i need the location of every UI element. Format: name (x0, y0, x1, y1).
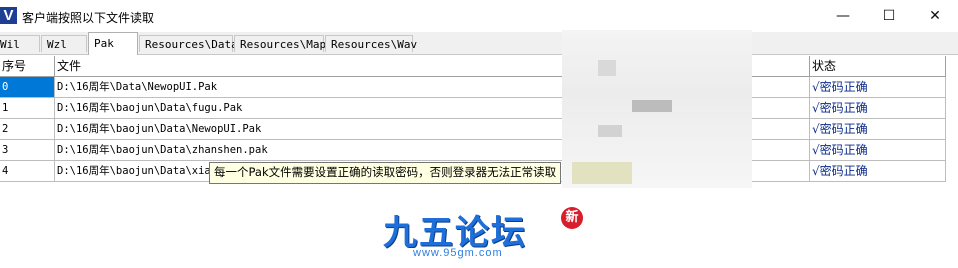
row-status[interactable]: √密码正确 (810, 140, 946, 161)
header-status[interactable]: 状态 (810, 56, 946, 77)
tab-wil[interactable]: Wil (0, 35, 40, 52)
tab-resources-wav[interactable]: Resources\Wav (325, 35, 417, 52)
minimize-button[interactable]: — (820, 0, 866, 32)
row-status[interactable]: √密码正确 (810, 77, 946, 98)
tab-pak[interactable]: Pak (88, 32, 138, 55)
close-button[interactable]: ✕ (912, 0, 958, 32)
blurred-region (562, 30, 752, 188)
tab-wzl[interactable]: Wzl (41, 35, 87, 52)
row-index[interactable]: 4 (0, 161, 55, 182)
table-row[interactable]: 0 D:\16周年\Data\NewopUI.Pak √密码正确 (0, 77, 946, 98)
row-status[interactable]: √密码正确 (810, 161, 946, 182)
tooltip: 每一个Pak文件需要设置正确的读取密码，否则登录器无法正常读取 (209, 162, 562, 184)
table-row[interactable]: 2 D:\16周年\baojun\Data\NewopUI.Pak √密码正确 (0, 119, 946, 140)
header-index[interactable]: 序号 (0, 56, 55, 77)
row-status[interactable]: √密码正确 (810, 98, 946, 119)
tab-bar: Wil Wzl Pak Resources\Data Resources\Map… (0, 32, 958, 55)
tab-resources-data[interactable]: Resources\Data (139, 35, 238, 52)
watermark-badge: 新 (561, 207, 583, 229)
table-row[interactable]: 3 D:\16周年\baojun\Data\zhanshen.pak √密码正确 (0, 140, 946, 161)
blur-patch (632, 100, 672, 112)
row-index[interactable]: 1 (0, 98, 55, 119)
table-row[interactable]: 1 D:\16周年\baojun\Data\fugu.Pak √密码正确 (0, 98, 946, 119)
window-title: 客户端按照以下文件读取 (22, 11, 155, 25)
blur-patch (598, 60, 616, 76)
watermark-url: www.95gm.com (413, 247, 503, 259)
title-bar: V 客户端按照以下文件读取 — ☐ ✕ (0, 0, 958, 32)
watermark-logo: 九五论坛 新 www.95gm.com (383, 205, 583, 265)
row-index[interactable]: 0 (0, 77, 55, 98)
blur-patch (572, 162, 632, 184)
maximize-button[interactable]: ☐ (866, 0, 912, 32)
blur-patch (598, 125, 622, 137)
app-icon: V (0, 7, 17, 24)
row-index[interactable]: 2 (0, 119, 55, 140)
row-index[interactable]: 3 (0, 140, 55, 161)
row-status[interactable]: √密码正确 (810, 119, 946, 140)
tab-resources-map[interactable]: Resources\Map (234, 35, 326, 52)
